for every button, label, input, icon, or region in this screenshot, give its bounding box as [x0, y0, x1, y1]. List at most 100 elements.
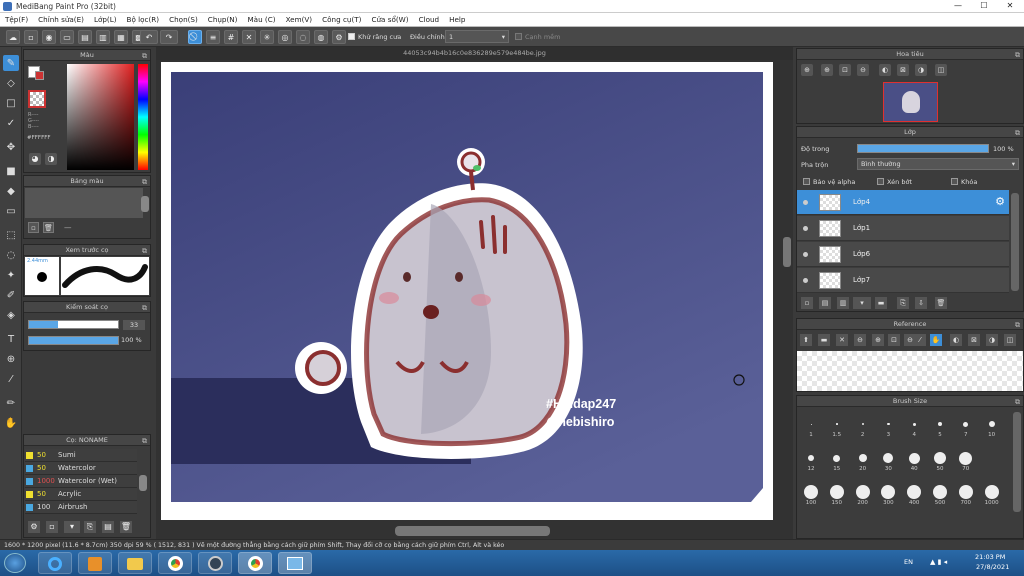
- curve-snap-icon[interactable]: ◌: [296, 30, 310, 44]
- add-palette-icon[interactable]: ▫: [28, 222, 39, 233]
- grid-snap-icon[interactable]: #: [224, 30, 238, 44]
- merge-down-icon[interactable]: ⇩: [915, 297, 927, 309]
- minimize-button[interactable]: —: [945, 0, 971, 12]
- fit-icon[interactable]: ⊡: [839, 64, 851, 76]
- duplicate-brush-icon[interactable]: ▤: [102, 521, 114, 533]
- taskbar-chrome2-icon[interactable]: [238, 552, 272, 574]
- select-tool-icon[interactable]: ⬚: [3, 227, 19, 243]
- new-halftone-layer-icon[interactable]: ▤: [819, 297, 831, 309]
- parallel-snap-icon[interactable]: ≡: [206, 30, 220, 44]
- circle-snap-icon[interactable]: ◎: [278, 30, 292, 44]
- protect-alpha-checkbox[interactable]: [803, 178, 810, 185]
- move-tool-icon[interactable]: ✥: [3, 139, 19, 155]
- menu-select[interactable]: Chọn(S): [164, 13, 203, 24]
- ref-zoom-in-icon[interactable]: ⊕: [872, 334, 884, 346]
- cross-snap-icon[interactable]: ✕: [242, 30, 256, 44]
- brush-size-option[interactable]: 1.5: [825, 416, 849, 438]
- canvas-paper[interactable]: #Hoidap247 @hebishiro: [161, 62, 773, 520]
- new-layer-icon[interactable]: ▫: [801, 297, 813, 309]
- undock-icon[interactable]: ⧉: [142, 436, 147, 447]
- taskbar-folder-icon[interactable]: [118, 552, 152, 574]
- clock-date[interactable]: 27/8/2021: [976, 563, 1009, 571]
- visibility-icon[interactable]: [803, 200, 808, 205]
- menu-cloud[interactable]: Cloud: [414, 13, 445, 24]
- secondary-color-swatch[interactable]: [35, 71, 44, 80]
- document-tab[interactable]: 44053c94b4b16c0e836289e579e484be.jpg: [156, 47, 793, 60]
- no-snap-icon[interactable]: ⃠: [188, 30, 202, 44]
- maximize-button[interactable]: ☐: [971, 0, 997, 12]
- divide-tool-icon[interactable]: ⊕: [3, 351, 19, 367]
- ref-rotate-left-icon[interactable]: ◐: [950, 334, 962, 346]
- bucket-tool-icon[interactable]: ◆: [3, 183, 19, 199]
- select-eraser-icon[interactable]: ◈: [3, 307, 19, 323]
- layer-row[interactable]: Lớp6: [797, 242, 1009, 267]
- radial-snap-icon[interactable]: ✳: [260, 30, 274, 44]
- redo-icon[interactable]: ↷: [160, 30, 178, 44]
- clip-checkbox[interactable]: [877, 178, 884, 185]
- new-file-icon[interactable]: ▫: [24, 30, 38, 44]
- delete-palette-icon[interactable]: 🗑: [43, 222, 54, 233]
- ref-eyedropper-icon[interactable]: ⁄: [914, 334, 926, 346]
- menu-snap[interactable]: Chụp(N): [203, 13, 243, 24]
- zoom-out-icon[interactable]: ⊖: [857, 64, 869, 76]
- brush-size-option[interactable]: 12: [799, 450, 823, 472]
- ref-zoom-out-icon[interactable]: ⊖: [854, 334, 866, 346]
- saturation-value-picker[interactable]: [67, 64, 134, 170]
- print-icon[interactable]: ▦: [114, 30, 128, 44]
- speech-icon[interactable]: ◉: [42, 30, 56, 44]
- brush-size-option[interactable]: 7: [954, 416, 978, 438]
- menu-file[interactable]: Tệp(F): [0, 13, 33, 24]
- ref-rotate-right-icon[interactable]: ◑: [986, 334, 998, 346]
- delete-layer-icon[interactable]: 🗑: [935, 297, 947, 309]
- navigator-thumbnail[interactable]: [883, 82, 938, 122]
- export-icon[interactable]: ▥: [96, 30, 110, 44]
- delete-brush-icon[interactable]: 🗑: [120, 521, 132, 533]
- menu-tools[interactable]: Công cụ(T): [317, 13, 366, 24]
- menu-edit[interactable]: Chỉnh sửa(E): [33, 13, 89, 24]
- settings-snap-icon[interactable]: ⚙: [332, 30, 346, 44]
- undock-icon[interactable]: ⧉: [142, 303, 147, 314]
- brush-size-option[interactable]: 70: [954, 450, 978, 472]
- visibility-icon[interactable]: [803, 252, 808, 257]
- visibility-icon[interactable]: [803, 226, 808, 231]
- text-tool-icon[interactable]: T: [3, 331, 19, 347]
- undock-icon[interactable]: ⧉: [1015, 320, 1020, 331]
- menu-help[interactable]: Help: [444, 13, 470, 24]
- brush-size-option[interactable]: 200: [851, 484, 875, 506]
- taskbar-chrome-icon[interactable]: [158, 552, 192, 574]
- zoom-in-icon[interactable]: ⊕: [801, 64, 813, 76]
- ref-fit-icon[interactable]: ⊡: [888, 334, 900, 346]
- brush-size-value[interactable]: 33: [123, 320, 145, 330]
- pen-tool-icon[interactable]: ✏: [3, 395, 19, 411]
- lasso-tool-icon[interactable]: ◌: [3, 247, 19, 263]
- select-pen-icon[interactable]: ✐: [3, 287, 19, 303]
- brush-tool-icon[interactable]: ✎: [3, 55, 19, 71]
- brush-settings-icon[interactable]: ⚙: [28, 521, 40, 533]
- brush-size-slider[interactable]: [28, 320, 119, 329]
- ref-reset-icon[interactable]: ◫: [1004, 334, 1016, 346]
- undock-icon[interactable]: ⧉: [1015, 128, 1020, 139]
- layer-row[interactable]: Lớp7: [797, 268, 1009, 293]
- brush-list-item[interactable]: 1000 Watercolor (Wet): [25, 475, 137, 488]
- brush-list-item[interactable]: 50 Sumi: [25, 449, 137, 462]
- canvas-vscrollbar[interactable]: [783, 237, 791, 267]
- lock-checkbox[interactable]: [951, 178, 958, 185]
- new-8bit-layer-icon[interactable]: ▥: [837, 297, 849, 309]
- undock-icon[interactable]: ⧉: [142, 177, 147, 188]
- brush-size-option[interactable]: 20: [851, 450, 875, 472]
- menu-filter[interactable]: Bộ lọc(R): [122, 13, 165, 24]
- undock-icon[interactable]: ⧉: [1015, 50, 1020, 61]
- copy-brush-icon[interactable]: ⎘: [84, 521, 96, 533]
- brush-size-scrollbar[interactable]: [1013, 412, 1021, 512]
- brush-size-option[interactable]: 150: [825, 484, 849, 506]
- menu-color[interactable]: Màu (C): [242, 13, 280, 24]
- duplicate-layer-icon[interactable]: ⎘: [897, 297, 909, 309]
- brush-size-option[interactable]: 400: [902, 484, 926, 506]
- visibility-icon[interactable]: [803, 278, 808, 283]
- brush-size-option[interactable]: 500: [928, 484, 952, 506]
- brush-size-option[interactable]: 300: [876, 484, 900, 506]
- zoom-plus-icon[interactable]: ⊕: [821, 64, 833, 76]
- brush-size-option[interactable]: 30: [876, 450, 900, 472]
- layer-opacity-slider[interactable]: [857, 144, 989, 153]
- tray-icons[interactable]: ▲ ▮ ◂: [930, 558, 947, 566]
